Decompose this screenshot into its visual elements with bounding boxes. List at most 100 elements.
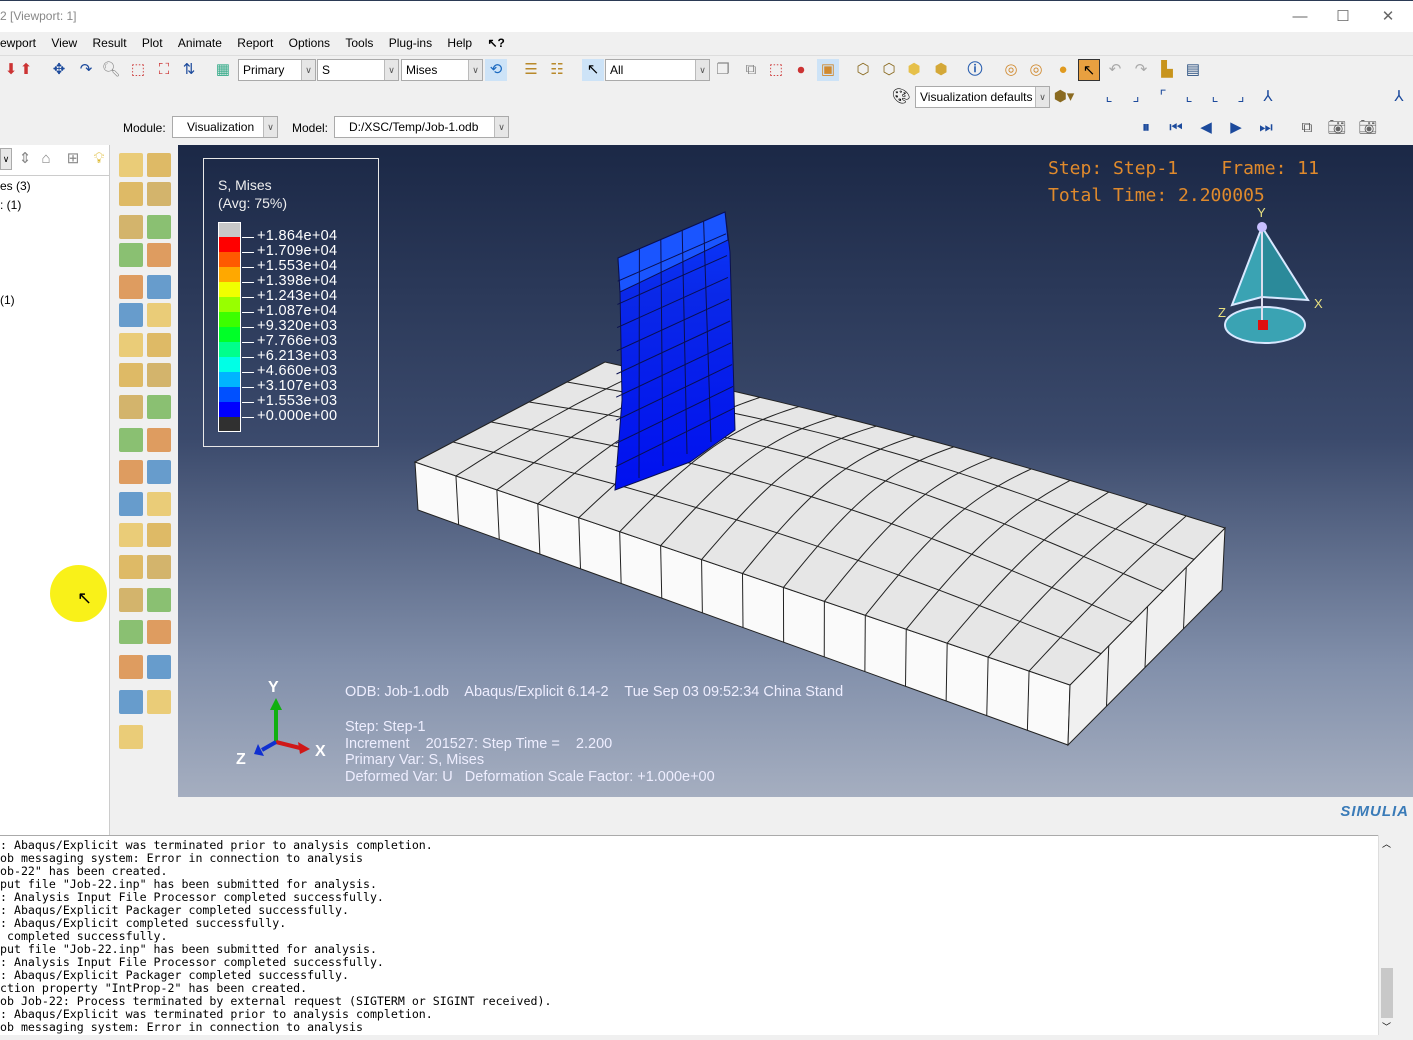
info-icon[interactable]: ⓘ: [964, 59, 986, 81]
shaded-icon[interactable]: ⬢: [930, 59, 952, 81]
toolbox-tool-icon[interactable]: [119, 363, 143, 387]
toolbox-tool-icon[interactable]: [119, 303, 143, 327]
select-pointer-icon[interactable]: ↖: [582, 59, 604, 81]
palette-icon[interactable]: 🎨︎: [890, 86, 912, 108]
toolbox-tool-icon[interactable]: [119, 523, 143, 547]
box-select-icon[interactable]: ⬚: [765, 59, 787, 81]
rotate-icon[interactable]: ↷: [75, 59, 97, 81]
view-left-icon[interactable]: ⌞: [1204, 86, 1226, 108]
toolbox-tool-icon[interactable]: [119, 588, 143, 612]
toolbox-tool-icon[interactable]: [147, 428, 171, 452]
perspective-icon[interactable]: ◎: [1000, 59, 1022, 81]
view-right-icon[interactable]: ⌟: [1230, 86, 1252, 108]
menu-viewport[interactable]: ewport: [0, 32, 42, 50]
menu-tools[interactable]: Tools: [339, 32, 379, 50]
sync-icon[interactable]: ⟲: [485, 59, 507, 81]
menu-view[interactable]: View: [45, 32, 83, 50]
pan-icon[interactable]: ✥: [48, 59, 70, 81]
previous-frame-icon[interactable]: ◀: [1195, 117, 1217, 139]
save-odb-icon[interactable]: ⬆: [15, 59, 37, 81]
menu-options[interactable]: Options: [283, 32, 336, 50]
toolbox-tool-icon[interactable]: [147, 492, 171, 516]
toolbox-tool-icon[interactable]: [119, 555, 143, 579]
toolbox-tool-icon[interactable]: [119, 428, 143, 452]
toolbox-tool-icon[interactable]: [119, 620, 143, 644]
view-front-icon[interactable]: ⌞: [1098, 86, 1120, 108]
view-iso-icon[interactable]: ⅄: [1257, 86, 1279, 108]
toolbox-tool-icon[interactable]: [147, 655, 171, 679]
table-icon[interactable]: ▤: [1182, 59, 1204, 81]
next-frame-icon[interactable]: ▶: [1225, 117, 1247, 139]
toolbox-tool-icon[interactable]: [147, 333, 171, 357]
scroll-up-icon[interactable]: ︿: [1382, 837, 1391, 850]
menu-report[interactable]: Report: [231, 32, 279, 50]
menu-plot[interactable]: Plot: [136, 32, 169, 50]
toolbox-tool-icon[interactable]: [119, 275, 143, 299]
scroll-thumb[interactable]: [1381, 968, 1393, 1018]
menu-plugins[interactable]: Plug-ins: [383, 32, 438, 50]
view-top-icon[interactable]: ⌜: [1152, 86, 1174, 108]
toolbox-tool-icon[interactable]: [147, 153, 171, 177]
message-scrollbar[interactable]: ︿ ﹀: [1378, 835, 1394, 1035]
ruler-alt-icon[interactable]: ☷: [546, 59, 568, 81]
menu-animate[interactable]: Animate: [172, 32, 228, 50]
ruler-icon[interactable]: ☰: [520, 59, 542, 81]
toolbox-tool-icon[interactable]: [119, 333, 143, 357]
cycle-views-icon[interactable]: ⇅: [178, 59, 200, 81]
scroll-down-icon[interactable]: ﹀: [1382, 1020, 1391, 1033]
lightbulb-icon[interactable]: 💡︎: [88, 148, 110, 170]
cube-select-icon[interactable]: ▣: [817, 59, 839, 81]
step-var-combo[interactable]: Primary ∨: [238, 59, 316, 81]
maximize-button[interactable]: ☐: [1323, 5, 1363, 29]
toolbox-tool-icon[interactable]: [147, 363, 171, 387]
toolbox-tool-icon[interactable]: [119, 153, 143, 177]
rotate-view-icon[interactable]: ⅄: [1388, 86, 1410, 108]
last-frame-icon[interactable]: ⏭: [1255, 117, 1277, 139]
view-defaults-combo[interactable]: Visualization defaults ∨: [915, 86, 1050, 108]
hidden-line-icon[interactable]: ⬡: [878, 59, 900, 81]
toolbox-tool-icon[interactable]: [119, 215, 143, 239]
toolbox-tool-icon[interactable]: [147, 460, 171, 484]
view-back-icon[interactable]: ⌟: [1125, 86, 1147, 108]
tree-combo-dropdown[interactable]: ∨: [0, 148, 12, 170]
menu-result[interactable]: Result: [87, 32, 133, 50]
copy-icon[interactable]: ⧉: [1296, 117, 1318, 139]
toolbox-tool-icon[interactable]: [147, 243, 171, 267]
tree-icon[interactable]: ⊞: [62, 148, 84, 170]
render-style-icon[interactable]: ⬢▾: [1053, 86, 1075, 108]
invariant-combo[interactable]: Mises ∨: [401, 59, 483, 81]
bar-chart-icon[interactable]: ▙: [1156, 59, 1178, 81]
toolbox-tool-icon[interactable]: [147, 395, 171, 419]
replace-icon[interactable]: ⧉: [740, 59, 762, 81]
close-button[interactable]: ✕: [1368, 5, 1408, 29]
redo-icon[interactable]: ↷: [1130, 59, 1152, 81]
toolbox-tool-icon[interactable]: [147, 690, 171, 714]
pause-icon[interactable]: ⏸: [1135, 117, 1157, 139]
folder-up-icon[interactable]: ⌂: [35, 148, 57, 170]
box-zoom-icon[interactable]: ⬚: [127, 59, 149, 81]
toolbox-tool-icon[interactable]: [119, 492, 143, 516]
sphere-icon[interactable]: ●: [1052, 59, 1074, 81]
tree-item[interactable]: es (3): [0, 179, 31, 193]
toolbox-tool-icon[interactable]: [147, 303, 171, 327]
undo-icon[interactable]: ↶: [1104, 59, 1126, 81]
toolbox-tool-icon[interactable]: [119, 655, 143, 679]
updown-icon[interactable]: ⇕: [14, 148, 36, 170]
query-arrow-icon[interactable]: ↖: [1078, 59, 1100, 81]
toolbox-tool-icon[interactable]: [147, 523, 171, 547]
toolbox-tool-icon[interactable]: [147, 588, 171, 612]
toolbox-tool-icon[interactable]: [119, 690, 143, 714]
toolbox-tool-icon[interactable]: [147, 182, 171, 206]
parallel-icon[interactable]: ◎: [1025, 59, 1047, 81]
first-frame-icon[interactable]: ⏮: [1165, 117, 1187, 139]
node-select-icon[interactable]: ⦁: [790, 59, 812, 81]
toolbox-tool-icon[interactable]: [147, 555, 171, 579]
selection-filter-combo[interactable]: All ∨: [605, 59, 710, 81]
display-group-icon[interactable]: ❐: [712, 59, 734, 81]
toolbox-tool-icon[interactable]: [119, 395, 143, 419]
view-bottom-icon[interactable]: ⌞: [1178, 86, 1200, 108]
toolbox-tool-icon[interactable]: [147, 275, 171, 299]
toolbox-tool-icon[interactable]: [119, 182, 143, 206]
animation-camera-icon[interactable]: 📷︎: [1326, 117, 1348, 139]
menu-help[interactable]: Help: [441, 32, 478, 50]
